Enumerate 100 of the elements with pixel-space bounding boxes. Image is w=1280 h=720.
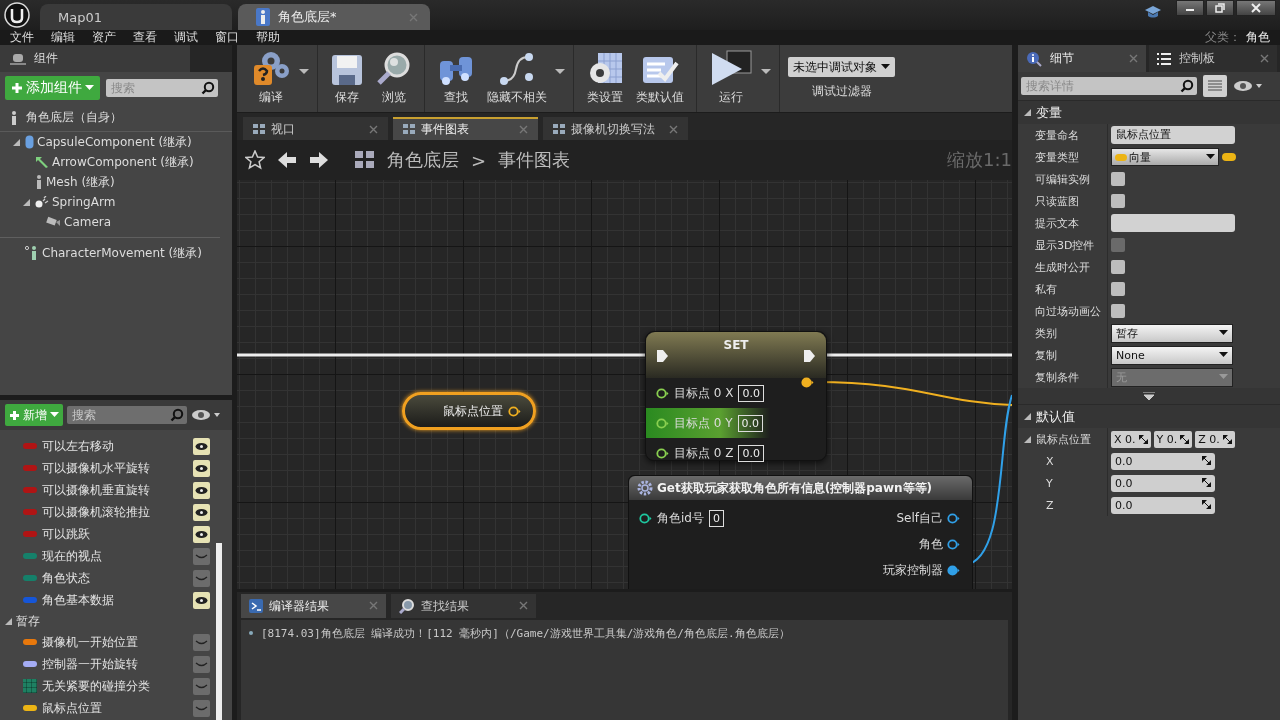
spin-handle-icon[interactable]: [1202, 455, 1211, 465]
expand-more-icon[interactable]: [1143, 391, 1155, 401]
close-icon[interactable]: [669, 124, 678, 134]
tree-item[interactable]: CharacterMovement (继承): [42, 244, 202, 262]
variable-item[interactable]: 可以摄像机水平旋转: [42, 459, 193, 477]
tree-item[interactable]: Camera: [64, 215, 112, 229]
eye-toggle[interactable]: [193, 633, 210, 651]
checkbox[interactable]: [1111, 172, 1125, 186]
spin-handle-icon[interactable]: [1222, 434, 1232, 444]
eye-toggle[interactable]: [193, 677, 210, 695]
panel-tab[interactable]: 查找结果: [391, 594, 536, 618]
variable-item[interactable]: 鼠标点位置: [42, 699, 193, 717]
checkbox[interactable]: [1111, 260, 1125, 274]
menu-item[interactable]: 资产: [92, 30, 116, 45]
eye-toggle[interactable]: [193, 459, 210, 477]
toolbar-button[interactable]: 编译: [245, 45, 297, 112]
vector-component-field[interactable]: X 0.: [1111, 430, 1151, 448]
vector-component-field[interactable]: Z 0.: [1195, 430, 1235, 448]
close-icon[interactable]: [369, 124, 378, 134]
expand-arrow[interactable]: [1023, 108, 1032, 117]
toolbar-button[interactable]: 保存: [324, 45, 370, 112]
tree-item[interactable]: 角色底层（自身）: [26, 109, 122, 126]
document-tab[interactable]: 角色底层*: [238, 4, 430, 30]
eye-toggle[interactable]: [193, 547, 210, 565]
output-pin[interactable]: [947, 512, 960, 524]
tree-item[interactable]: SpringArm: [52, 195, 116, 209]
close-button[interactable]: [1236, 0, 1276, 16]
editor-tab[interactable]: 视口: [243, 117, 388, 140]
menu-item[interactable]: 编辑: [51, 30, 75, 45]
value-field[interactable]: 0.0: [737, 414, 764, 432]
panel-tab[interactable]: 细节: [1018, 45, 1146, 72]
spin-handle-icon[interactable]: [1180, 434, 1190, 444]
number-field[interactable]: 0.0: [1111, 474, 1215, 492]
section-header[interactable]: 默认值: [1036, 407, 1075, 426]
variable-item[interactable]: 无关紧要的碰撞分类: [42, 677, 193, 695]
value-field[interactable]: 0.0: [738, 384, 764, 402]
menu-item[interactable]: 文件: [10, 30, 34, 45]
expand-arrow[interactable]: [1023, 434, 1032, 444]
toolbar-button[interactable]: 浏览: [370, 45, 418, 112]
spin-handle-icon[interactable]: [1138, 434, 1148, 444]
variable-item[interactable]: 角色基本数据: [42, 591, 193, 609]
menu-item[interactable]: 查看: [133, 30, 157, 45]
number-field[interactable]: 0.0: [1111, 496, 1215, 514]
editor-tab[interactable]: 事件图表: [393, 117, 538, 140]
menu-item[interactable]: 帮助: [256, 30, 280, 45]
back-arrow-icon[interactable]: [277, 150, 297, 170]
vector-component-field[interactable]: Y 0.: [1153, 430, 1193, 448]
toolbar-button[interactable]: 查找: [431, 45, 481, 112]
checkbox[interactable]: [1111, 304, 1125, 318]
output-pin[interactable]: [801, 377, 814, 388]
function-node[interactable]: Get获取玩家获取角色所有信息(控制器pawn等等) 角色id号 0 Self自己 角色 玩家控制器: [628, 475, 973, 589]
eye-toggle[interactable]: [193, 591, 210, 609]
output-pin[interactable]: [947, 564, 960, 576]
document-tab[interactable]: Map01: [40, 4, 232, 30]
variable-item[interactable]: 可以跳跃: [42, 525, 193, 543]
panel-tab[interactable]: 编译器结果: [241, 594, 386, 618]
input-pin[interactable]: [656, 447, 669, 459]
checkbox[interactable]: [1111, 282, 1125, 296]
variable-item[interactable]: 控制器一开始旋转: [42, 655, 193, 673]
eye-toggle[interactable]: [193, 437, 210, 455]
tree-item[interactable]: CapsuleComponent (继承): [37, 133, 192, 151]
expand-arrow[interactable]: [22, 197, 31, 207]
eye-toggle[interactable]: [193, 569, 210, 587]
variable-item[interactable]: 现在的视点: [42, 547, 193, 565]
eye-toggle[interactable]: [193, 481, 210, 499]
eye-toggle[interactable]: [193, 525, 210, 543]
section-header[interactable]: 变量: [1036, 103, 1062, 122]
visibility-dropdown-icon[interactable]: [1233, 80, 1263, 92]
graduation-cap-icon[interactable]: [1144, 4, 1162, 20]
variable-item[interactable]: 可以摄像机滚轮推拉: [42, 503, 193, 521]
editor-tab[interactable]: 摄像机切换写法: [543, 117, 688, 140]
forward-arrow-icon[interactable]: [309, 150, 329, 170]
panel-tab[interactable]: 组件: [0, 45, 190, 72]
input-pin[interactable]: [656, 417, 669, 429]
star-icon[interactable]: [245, 150, 265, 170]
breadcrumb-item[interactable]: 事件图表: [498, 148, 571, 172]
category-header[interactable]: 暂存: [16, 612, 40, 630]
value-field[interactable]: 0: [708, 509, 724, 527]
toolbar-button[interactable]: 运行: [703, 45, 759, 112]
expand-arrow[interactable]: [1023, 412, 1032, 421]
tree-item[interactable]: Mesh (继承): [46, 173, 115, 191]
scrollbar[interactable]: [216, 543, 222, 720]
value-field[interactable]: 0.0: [738, 444, 764, 462]
dropdown[interactable]: None: [1111, 345, 1233, 365]
variable-item[interactable]: 可以摄像机垂直旋转: [42, 481, 193, 499]
variable-item[interactable]: 角色状态: [42, 569, 193, 587]
eye-toggle[interactable]: [193, 655, 210, 673]
text-field[interactable]: [1111, 214, 1235, 232]
exec-pin[interactable]: [656, 349, 669, 363]
eye-toggle[interactable]: [193, 503, 210, 521]
breadcrumb-item[interactable]: 角色底层: [387, 148, 459, 172]
restore-button[interactable]: [1206, 0, 1234, 16]
output-pin[interactable]: [947, 538, 960, 550]
toolbar-button[interactable]: 类默认值: [630, 45, 690, 112]
spin-handle-icon[interactable]: [1202, 477, 1211, 487]
visibility-dropdown-icon[interactable]: [191, 409, 221, 421]
debug-object-dropdown[interactable]: 未选中调试对象: [788, 57, 895, 77]
toolbar-button[interactable]: 隐藏不相关: [481, 45, 553, 112]
expand-arrow[interactable]: [12, 137, 21, 147]
close-icon[interactable]: [519, 601, 528, 610]
